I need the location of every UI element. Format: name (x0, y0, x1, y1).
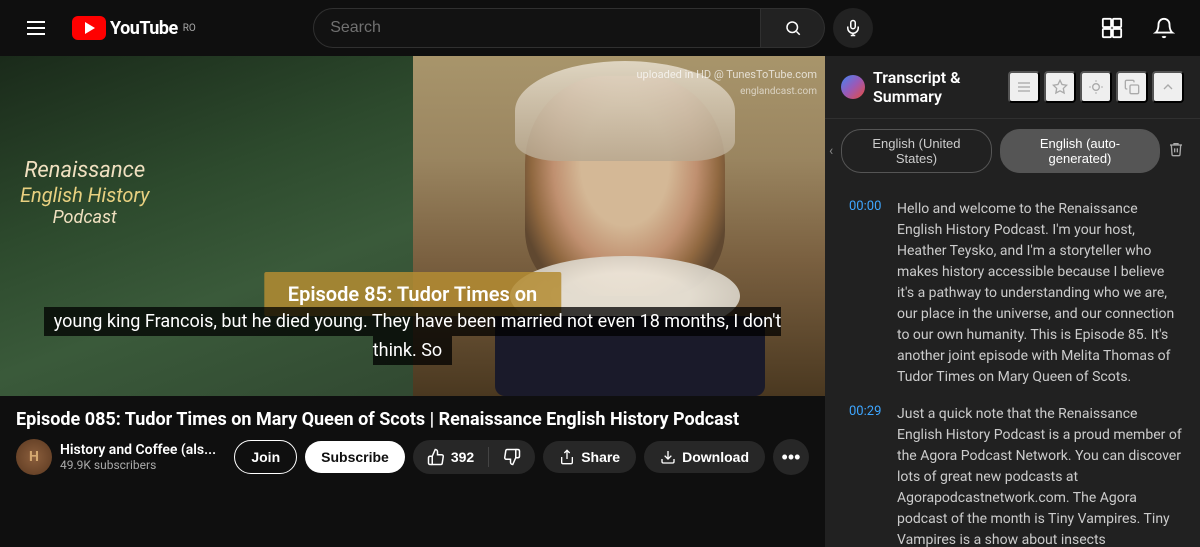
channel-subs: 49.9K subscribers (60, 458, 226, 472)
avatar-initial: H (29, 449, 39, 465)
search-bar (313, 8, 873, 48)
thumbs-down-icon (503, 448, 521, 466)
transcript-title: Transcript & Summary (873, 68, 1000, 106)
transcript-text-0: Hello and welcome to the Renaissance Eng… (897, 199, 1184, 388)
transcript-ai-button[interactable] (1044, 71, 1076, 103)
list-icon (1016, 79, 1032, 95)
mic-icon (844, 19, 862, 37)
transcript-entry-1: 00:29 Just a quick note that the Renaiss… (825, 396, 1200, 547)
transcript-copy-button[interactable] (1116, 71, 1148, 103)
channel-row: H History and Coffee (als... 49.9K subsc… (16, 439, 809, 475)
subtitle-text: young king Francois, but he died young. … (44, 307, 781, 365)
notifications-button[interactable] (1144, 8, 1184, 48)
timestamp-0[interactable]: 00:00 (849, 199, 885, 214)
podcast-line1: Renaissance (20, 158, 149, 183)
star-icon (1088, 79, 1104, 95)
download-icon (660, 449, 676, 465)
channel-avatar[interactable]: H (16, 439, 52, 475)
nav-right (1092, 8, 1184, 48)
mic-button[interactable] (833, 8, 873, 48)
gemini-icon (841, 75, 865, 99)
youtube-logo[interactable]: YouTube RO (72, 16, 196, 40)
timestamp-1[interactable]: 00:29 (849, 404, 885, 419)
channel-actions: Join Subscribe 392 (234, 439, 809, 475)
dislike-button[interactable] (489, 440, 535, 474)
lang-tab-english-us[interactable]: English (United States) (841, 129, 992, 173)
video-info: Episode 085: Tudor Times on Mary Queen o… (0, 396, 825, 483)
channel-info: History and Coffee (als... 49.9K subscri… (60, 442, 226, 472)
video-title: Episode 085: Tudor Times on Mary Queen o… (16, 408, 809, 431)
video-player[interactable]: Renaissance English History Podcast uplo… (0, 56, 825, 396)
video-section: Renaissance English History Podcast uplo… (0, 56, 825, 547)
transcript-header: Transcript & Summary (825, 56, 1200, 119)
podcast-line2: English History (20, 183, 149, 207)
chevron-up-icon (1160, 79, 1176, 95)
hamburger-icon (27, 21, 45, 35)
podcast-title-overlay: Renaissance English History Podcast (20, 158, 149, 228)
search-icon (784, 19, 802, 37)
podcast-line3: Podcast (20, 207, 149, 228)
lang-arrow-left[interactable]: ‹ (825, 139, 837, 163)
video-poster: Renaissance English History Podcast uplo… (0, 56, 825, 396)
youtube-icon (72, 16, 106, 40)
sparkle-icon (1052, 79, 1068, 95)
more-icon: ••• (782, 447, 801, 468)
lang-tab-auto[interactable]: English (auto-generated) (1000, 129, 1160, 173)
download-button[interactable]: Download (644, 441, 765, 473)
share-icon (559, 449, 575, 465)
transcript-scroll-area[interactable]: 00:00 Hello and welcome to the Renaissan… (825, 183, 1200, 547)
transcript-collapse-button[interactable] (1152, 71, 1184, 103)
delete-transcript-button[interactable] (1168, 141, 1184, 161)
thumbs-up-icon (427, 448, 445, 466)
transcript-list-button[interactable] (1008, 71, 1040, 103)
hamburger-button[interactable] (16, 8, 56, 48)
like-count: 392 (451, 449, 474, 465)
share-button[interactable]: Share (543, 441, 636, 473)
trash-icon (1168, 141, 1184, 157)
download-label: Download (682, 449, 749, 465)
url-overlay: englandcast.com (740, 86, 817, 97)
search-input[interactable] (330, 19, 744, 37)
transcript-entry-0: 00:00 Hello and welcome to the Renaissan… (825, 191, 1200, 396)
like-dislike-group: 392 (413, 440, 535, 474)
transcript-star-button[interactable] (1080, 71, 1112, 103)
copy-icon (1124, 79, 1140, 95)
search-button[interactable] (761, 8, 825, 48)
share-label: Share (581, 449, 620, 465)
like-button[interactable]: 392 (413, 440, 488, 474)
notification-icon (1153, 17, 1175, 39)
language-tabs: ‹ English (United States) English (auto-… (825, 119, 1200, 183)
subtitles-bar: young king Francois, but he died young. … (0, 302, 825, 372)
join-button[interactable]: Join (234, 440, 297, 474)
nav-left: YouTube RO (16, 8, 196, 48)
main-content: Renaissance English History Podcast uplo… (0, 56, 1200, 547)
channel-name[interactable]: History and Coffee (als... (60, 442, 226, 458)
hd-overlay: uploaded in HD @ TunesToTube.com (636, 68, 817, 81)
subscribe-button[interactable]: Subscribe (305, 441, 405, 473)
youtube-wordmark: YouTube (110, 18, 178, 39)
country-badge: RO (183, 23, 196, 34)
transcript-text-1: Just a quick note that the Renaissance E… (897, 404, 1184, 547)
transcript-panel: Transcript & Summary (825, 56, 1200, 547)
search-input-wrapper (313, 8, 761, 48)
top-navigation: YouTube RO (0, 0, 1200, 56)
more-button[interactable]: ••• (773, 439, 809, 475)
create-button[interactable] (1092, 8, 1132, 48)
transcript-header-icons (1008, 71, 1184, 103)
create-icon (1101, 17, 1123, 39)
